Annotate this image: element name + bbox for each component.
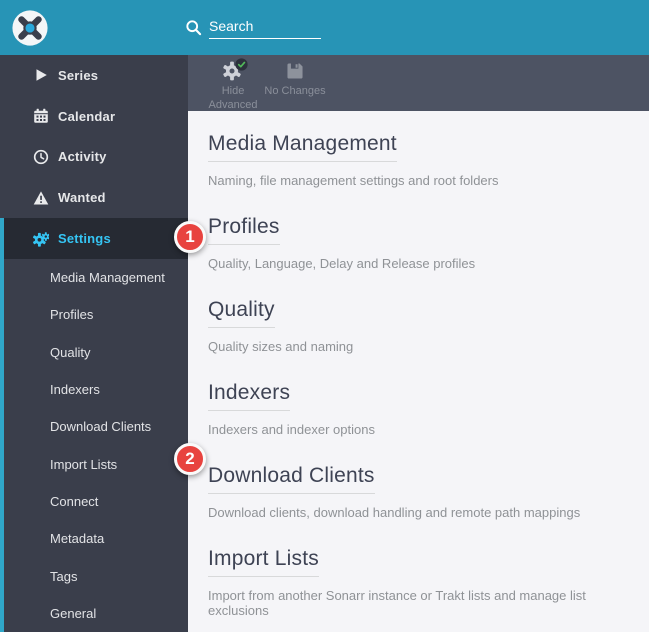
- search-input[interactable]: [209, 16, 321, 39]
- check-badge-icon: [235, 58, 248, 71]
- sidebar-subitem-connect[interactable]: Connect: [4, 483, 188, 520]
- section-description: Naming, file management settings and roo…: [208, 173, 629, 188]
- section-description: Download clients, download handling and …: [208, 505, 629, 520]
- save-icon: [284, 61, 306, 83]
- search-bar: [185, 16, 321, 39]
- media-management-link[interactable]: Media Management: [208, 132, 397, 162]
- settings-section-quality: Quality Quality sizes and naming: [208, 298, 629, 354]
- sidebar-item-label: Calendar: [58, 109, 115, 124]
- toolbar-button-label: No Changes: [264, 85, 325, 99]
- advanced-gear-check-icon: [222, 61, 244, 83]
- profiles-link[interactable]: Profiles: [208, 215, 280, 245]
- sidebar-subitem-general[interactable]: General: [4, 595, 188, 632]
- sidebar-item-label: Series: [58, 68, 98, 83]
- sidebar-subitem-download-clients[interactable]: Download Clients: [4, 408, 188, 445]
- sidebar-item-settings[interactable]: Settings: [4, 218, 188, 259]
- sidebar-item-label: Activity: [58, 149, 107, 164]
- section-description: Import from another Sonarr instance or T…: [208, 588, 629, 618]
- section-description: Quality, Language, Delay and Release pro…: [208, 256, 629, 271]
- settings-section-import-lists: Import Lists Import from another Sonarr …: [208, 547, 629, 618]
- hide-advanced-button[interactable]: Hide Advanced: [202, 61, 264, 113]
- sidebar-subitem-label: Profiles: [50, 307, 93, 322]
- sidebar-subitem-label: Media Management: [50, 270, 165, 285]
- clock-icon: [33, 149, 49, 165]
- calendar-icon: [33, 108, 49, 124]
- sidebar-subitem-label: General: [50, 606, 96, 621]
- settings-toolbar: Hide Advanced No Changes: [188, 55, 649, 111]
- annotation-number: 1: [185, 227, 194, 247]
- warning-icon: [33, 190, 49, 206]
- search-icon: [185, 19, 202, 36]
- sidebar-subitem-tags[interactable]: Tags: [4, 557, 188, 594]
- section-description: Indexers and indexer options: [208, 422, 629, 437]
- sidebar-subitem-indexers[interactable]: Indexers: [4, 371, 188, 408]
- toolbar-button-label: Hide Advanced: [202, 85, 264, 113]
- sidebar-item-wanted[interactable]: Wanted: [0, 177, 188, 218]
- cogs-icon: [33, 231, 49, 247]
- sidebar-subitem-label: Tags: [50, 569, 77, 584]
- section-description: Quality sizes and naming: [208, 339, 629, 354]
- sidebar-subitem-media-management[interactable]: Media Management: [4, 259, 188, 296]
- settings-section-download-clients: Download Clients Download clients, downl…: [208, 464, 629, 520]
- sidebar-subitem-label: Quality: [50, 345, 90, 360]
- play-icon: [33, 67, 49, 83]
- sidebar-item-activity[interactable]: Activity: [0, 137, 188, 178]
- settings-nav-group: Settings Media Management Profiles Quali…: [0, 218, 188, 632]
- sidebar-subitem-label: Connect: [50, 494, 98, 509]
- settings-section-indexers: Indexers Indexers and indexer options: [208, 381, 629, 437]
- sidebar-subitem-import-lists[interactable]: Import Lists: [4, 445, 188, 482]
- sidebar-subitem-profiles[interactable]: Profiles: [4, 296, 188, 333]
- settings-overview: Media Management Naming, file management…: [188, 111, 649, 632]
- sidebar-item-label: Wanted: [58, 190, 106, 205]
- no-changes-button[interactable]: No Changes: [264, 61, 326, 99]
- annotation-number: 2: [185, 449, 194, 469]
- sidebar-subitem-label: Import Lists: [50, 457, 117, 472]
- settings-section-media-management: Media Management Naming, file management…: [208, 132, 629, 188]
- top-bar: [0, 0, 649, 55]
- sidebar-item-calendar[interactable]: Calendar: [0, 96, 188, 137]
- sonarr-logo-icon[interactable]: [11, 9, 49, 47]
- sidebar-item-series[interactable]: Series: [0, 55, 188, 96]
- sidebar-subitem-label: Metadata: [50, 531, 104, 546]
- sidebar-subitem-quality[interactable]: Quality: [4, 334, 188, 371]
- annotation-badge-1: 1: [174, 221, 206, 253]
- sidebar-subitem-label: Download Clients: [50, 419, 151, 434]
- annotation-badge-2: 2: [174, 443, 206, 475]
- indexers-link[interactable]: Indexers: [208, 381, 290, 411]
- quality-link[interactable]: Quality: [208, 298, 275, 328]
- sidebar-subitem-label: Indexers: [50, 382, 100, 397]
- sonarr-settings-page: Series Calendar Activity: [0, 0, 649, 632]
- sidebar-item-label: Settings: [58, 231, 111, 246]
- sidebar-subitem-metadata[interactable]: Metadata: [4, 520, 188, 557]
- download-clients-link[interactable]: Download Clients: [208, 464, 375, 494]
- sidebar: Series Calendar Activity: [0, 55, 188, 632]
- import-lists-link[interactable]: Import Lists: [208, 547, 319, 577]
- settings-section-profiles: Profiles Quality, Language, Delay and Re…: [208, 215, 629, 271]
